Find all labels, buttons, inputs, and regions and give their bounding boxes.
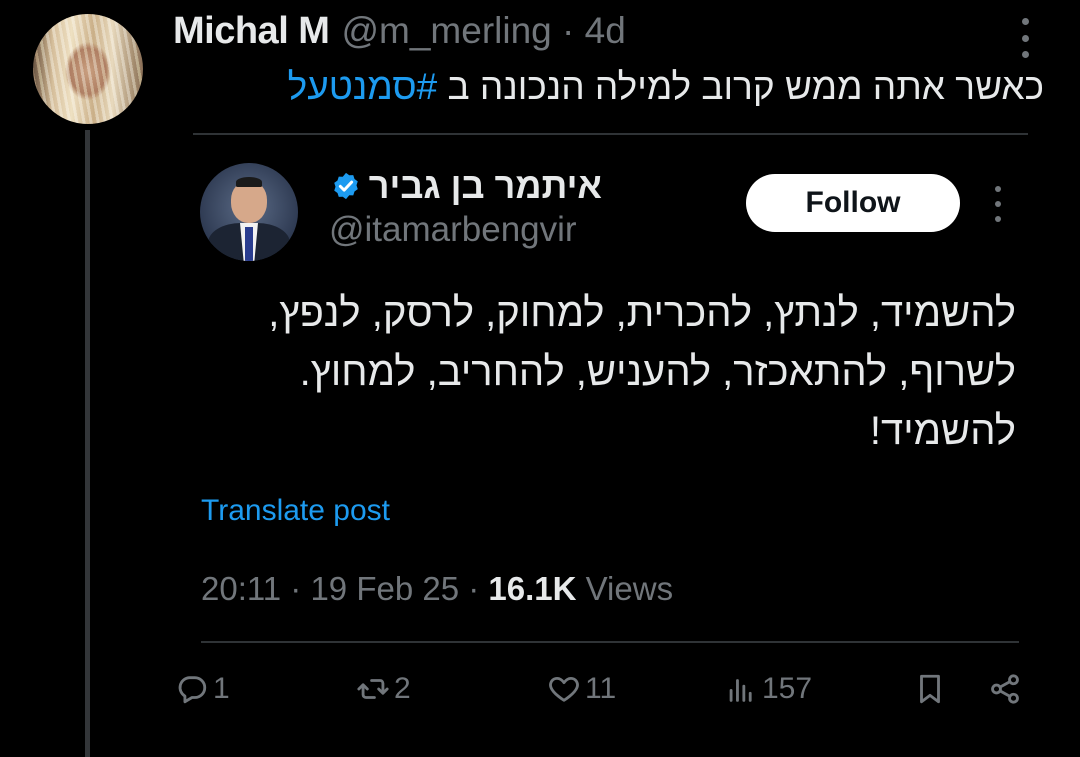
quoted-text-line-2: לשרוף, להתאכזר, להעניש, להחריב, למחוץ.	[299, 350, 1016, 394]
bookmark-button[interactable]	[913, 672, 947, 706]
verified-badge-icon	[334, 172, 358, 200]
thread-connector-line	[85, 130, 90, 757]
like-count: 11	[585, 672, 617, 705]
follow-button[interactable]: Follow	[746, 174, 960, 232]
more-options-icon[interactable]	[1010, 18, 1040, 58]
reply-count: 1	[213, 672, 230, 705]
post-meta: 20:11 · 19 Feb 25 · 16.1K Views	[201, 570, 673, 608]
quoted-author-name-row: איתמר בן גביר	[331, 165, 602, 207]
share-icon	[991, 674, 1019, 704]
divider	[193, 133, 1028, 135]
like-button[interactable]: 11	[547, 672, 616, 706]
quoted-author-handle[interactable]: @itamarbengvir	[329, 210, 577, 250]
post-timestamp[interactable]: 20:11 · 19 Feb 25 ·	[201, 570, 488, 607]
quoted-author-name[interactable]: איתמר בן גביר	[369, 165, 602, 207]
reply-button[interactable]: 1	[175, 672, 230, 706]
translate-post-link[interactable]: Translate post	[201, 494, 390, 528]
bookmark-icon	[920, 674, 940, 704]
author-handle-time[interactable]: @m_merling · 4d	[341, 10, 625, 52]
views-label: Views	[576, 570, 674, 607]
tweet-text: כאשר אתה ממש קרוב למילה הנכונה ב #סמנטעל	[288, 66, 1044, 108]
tweet-text-main: כאשר אתה ממש קרוב למילה הנכונה ב	[437, 66, 1044, 107]
like-icon	[549, 676, 579, 702]
quoted-text-line-3: להשמיד!	[869, 409, 1016, 453]
quoted-tweet-text: להשמיד, לנתץ, להכרית, למחוק, לרסק, לנפץ,…	[268, 284, 1016, 461]
views-icon	[729, 679, 752, 702]
quoted-more-options-icon[interactable]	[985, 186, 1011, 222]
author-avatar[interactable]	[33, 14, 143, 124]
repost-count: 2	[394, 672, 411, 705]
hashtag-link[interactable]: #סמנטעל	[288, 66, 438, 107]
quoted-text-line-1: להשמיד, לנתץ, להכרית, למחוק, לרסק, לנפץ,	[268, 291, 1016, 335]
views-button[interactable]: 157	[724, 672, 812, 706]
repost-button[interactable]: 2	[356, 672, 411, 706]
views-total: 157	[762, 672, 813, 705]
views-count: 16.1K	[488, 570, 577, 607]
author-name[interactable]: Michal M	[173, 10, 330, 53]
repost-icon	[357, 679, 389, 699]
quoted-author-avatar[interactable]	[200, 163, 298, 261]
share-button[interactable]	[988, 672, 1022, 706]
divider	[201, 641, 1019, 643]
reply-icon	[178, 676, 207, 704]
tweet-header: Michal M @m_merling · 4d	[173, 10, 626, 53]
tweet-thread: Michal M @m_merling · 4d כאשר אתה ממש קר…	[0, 0, 1080, 757]
